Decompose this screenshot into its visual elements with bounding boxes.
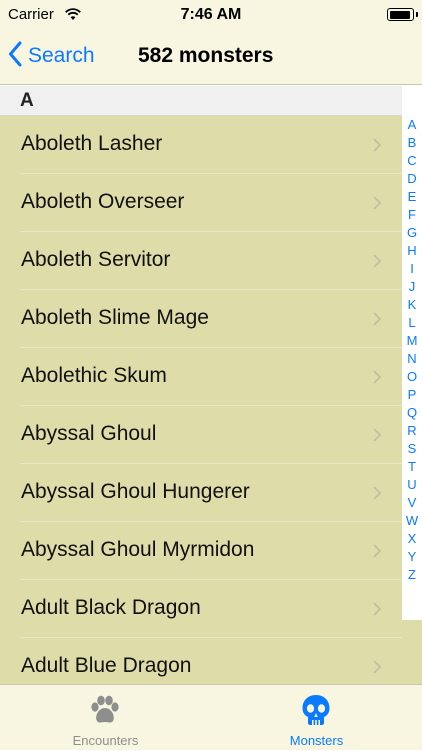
index-letter-o[interactable]: O [402, 368, 422, 386]
index-letter-m[interactable]: M [402, 332, 422, 350]
list-item[interactable]: Aboleth Overseer [0, 174, 402, 232]
chevron-right-icon [372, 137, 382, 158]
list-item-label: Aboleth Slime Mage [21, 306, 209, 329]
list-item-label: Abolethic Skum [21, 364, 167, 387]
battery-fill [389, 10, 411, 19]
list-item-label: Aboleth Lasher [21, 132, 163, 155]
list-item[interactable]: Abyssal Ghoul [0, 406, 402, 464]
list-item[interactable]: Aboleth Servitor [0, 232, 402, 290]
index-letter-n[interactable]: N [402, 350, 422, 368]
status-time: 7:46 AM [180, 6, 242, 23]
tab-encounters-label: Encounters [72, 733, 139, 748]
status-bar: Carrier 7:46 AM [0, 0, 422, 30]
battery-icon [387, 8, 414, 21]
chevron-right-icon [372, 601, 382, 622]
back-button[interactable]: Search [8, 40, 95, 72]
battery-tip [415, 12, 418, 17]
paw-icon [88, 693, 122, 732]
list-item-label: Abyssal Ghoul Hungerer [21, 480, 250, 503]
tab-monsters[interactable]: Monsters [211, 685, 422, 751]
index-letter-g[interactable]: G [402, 224, 422, 242]
list-item-label: Aboleth Overseer [21, 190, 185, 213]
list-item-label: Abyssal Ghoul Myrmidon [21, 538, 255, 561]
index-letter-d[interactable]: D [402, 170, 422, 188]
list-item[interactable]: Adult Blue Dragon [0, 638, 402, 684]
tab-monsters-label: Monsters [289, 733, 344, 748]
tab-bar: Encounters Monsters [0, 684, 422, 750]
list-item-label: Aboleth Servitor [21, 248, 171, 271]
section-index[interactable]: A B C D E F G H I J K L M N O P Q R S T … [402, 116, 422, 620]
list-item-label: Adult Black Dragon [21, 596, 201, 619]
chevron-right-icon [372, 659, 382, 680]
index-letter-a[interactable]: A [402, 116, 422, 134]
index-letter-r[interactable]: R [402, 422, 422, 440]
index-letter-j[interactable]: J [402, 278, 422, 296]
index-letter-y[interactable]: Y [402, 548, 422, 566]
index-letter-w[interactable]: W [402, 512, 422, 530]
list-item[interactable]: Aboleth Lasher [0, 116, 402, 174]
index-letter-l[interactable]: L [402, 314, 422, 332]
back-button-label: Search [28, 44, 95, 67]
index-letter-z[interactable]: Z [402, 566, 422, 584]
list-item[interactable]: Adult Black Dragon [0, 580, 402, 638]
list-item[interactable]: Abyssal Ghoul Hungerer [0, 464, 402, 522]
chevron-right-icon [372, 253, 382, 274]
page-title: 582 monsters [138, 44, 274, 67]
chevron-right-icon [372, 485, 382, 506]
navigation-bar: Search 582 monsters [0, 30, 422, 85]
index-letter-p[interactable]: P [402, 386, 422, 404]
chevron-left-icon [8, 41, 22, 72]
index-letter-t[interactable]: T [402, 458, 422, 476]
index-letter-q[interactable]: Q [402, 404, 422, 422]
monster-list[interactable]: Aboleth Lasher Aboleth Overseer Aboleth … [0, 116, 402, 684]
index-letter-s[interactable]: S [402, 440, 422, 458]
index-letter-u[interactable]: U [402, 476, 422, 494]
tab-encounters[interactable]: Encounters [0, 685, 211, 751]
list-item-label: Abyssal Ghoul [21, 422, 157, 445]
index-letter-f[interactable]: F [402, 206, 422, 224]
chevron-right-icon [372, 427, 382, 448]
chevron-right-icon [372, 195, 382, 216]
skull-icon [299, 693, 333, 732]
list-item[interactable]: Abolethic Skum [0, 348, 402, 406]
section-header: A [0, 86, 402, 116]
index-letter-x[interactable]: X [402, 530, 422, 548]
index-letter-c[interactable]: C [402, 152, 422, 170]
chevron-right-icon [372, 311, 382, 332]
list-item-label: Adult Blue Dragon [21, 654, 192, 677]
chevron-right-icon [372, 543, 382, 564]
section-header-letter: A [20, 90, 34, 111]
index-letter-v[interactable]: V [402, 494, 422, 512]
index-letter-e[interactable]: E [402, 188, 422, 206]
chevron-right-icon [372, 369, 382, 390]
index-letter-k[interactable]: K [402, 296, 422, 314]
index-letter-i[interactable]: I [402, 260, 422, 278]
index-letter-h[interactable]: H [402, 242, 422, 260]
index-letter-b[interactable]: B [402, 134, 422, 152]
list-item[interactable]: Aboleth Slime Mage [0, 290, 402, 348]
list-background-strip [402, 620, 422, 684]
list-item[interactable]: Abyssal Ghoul Myrmidon [0, 522, 402, 580]
